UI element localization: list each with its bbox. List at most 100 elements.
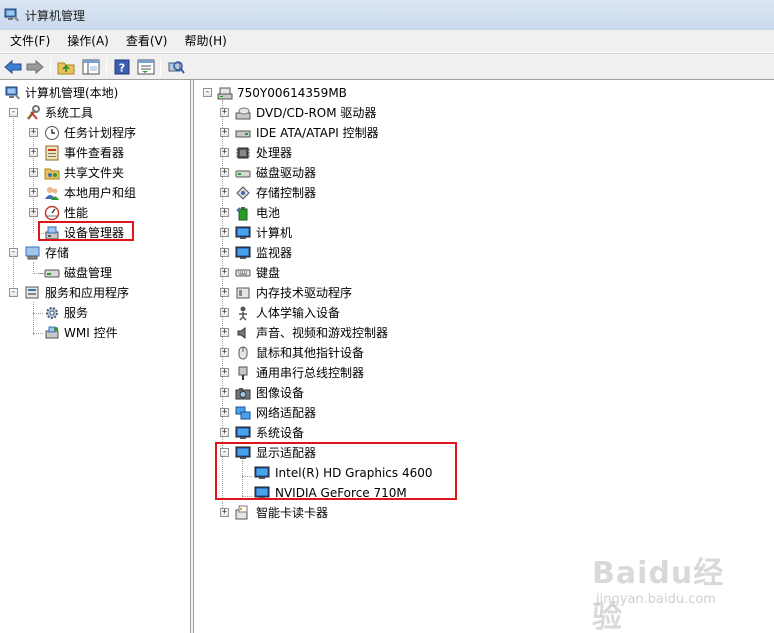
- menu-action[interactable]: 操作(A): [60, 30, 116, 52]
- tree-root-computer-management[interactable]: 计算机管理(本地): [0, 83, 190, 103]
- highlight-box-device-manager: [38, 221, 134, 241]
- expand-toggle[interactable]: +: [220, 248, 229, 257]
- tree-item-performance[interactable]: + 性能: [0, 203, 190, 223]
- device-category-storage-controllers[interactable]: + 存储控制器: [195, 183, 765, 203]
- expand-toggle[interactable]: +: [220, 188, 229, 197]
- expand-toggle[interactable]: +: [220, 408, 229, 417]
- expand-toggle[interactable]: +: [220, 288, 229, 297]
- up-level-button[interactable]: [56, 57, 76, 77]
- computer-management-icon: [5, 86, 20, 100]
- device-tree-pane[interactable]: - 750Y00614359MB + DVD/CD-ROM 驱动器 + IDE …: [195, 80, 774, 633]
- device-category-hid[interactable]: + 人体学输入设备: [195, 303, 765, 323]
- device-category-system-devices[interactable]: + 系统设备: [195, 423, 765, 443]
- device-category-network[interactable]: + 网络适配器: [195, 403, 765, 423]
- device-root-computer[interactable]: - 750Y00614359MB: [195, 83, 765, 103]
- back-button[interactable]: [3, 57, 23, 77]
- expand-toggle[interactable]: +: [220, 508, 229, 517]
- device-label: 人体学输入设备: [256, 306, 341, 320]
- help-button[interactable]: ?: [112, 57, 132, 77]
- expand-toggle[interactable]: +: [29, 128, 38, 137]
- disk-drive-icon: [235, 170, 251, 178]
- menu-help[interactable]: 帮助(H): [177, 30, 233, 52]
- computer-management-icon: [4, 8, 19, 22]
- device-category-battery[interactable]: + 电池: [195, 203, 765, 223]
- device-category-memory-tech[interactable]: + 内存技术驱动程序: [195, 283, 765, 303]
- expand-toggle[interactable]: +: [220, 108, 229, 117]
- device-label: DVD/CD-ROM 驱动器: [256, 106, 377, 120]
- hid-icon: [239, 306, 247, 321]
- expand-toggle[interactable]: +: [220, 268, 229, 277]
- properties-icon: [137, 59, 155, 75]
- expand-toggle[interactable]: +: [220, 228, 229, 237]
- tree-item-event-viewer[interactable]: + 事件查看器: [0, 143, 190, 163]
- menu-file[interactable]: 文件(F): [3, 30, 57, 52]
- expand-toggle[interactable]: +: [220, 208, 229, 217]
- device-category-dvd[interactable]: + DVD/CD-ROM 驱动器: [195, 103, 765, 123]
- device-category-imaging[interactable]: + 图像设备: [195, 383, 765, 403]
- expand-toggle[interactable]: +: [220, 388, 229, 397]
- back-arrow-icon: [4, 59, 22, 75]
- up-folder-icon: [57, 62, 75, 75]
- expand-toggle[interactable]: +: [220, 368, 229, 377]
- expand-toggle[interactable]: +: [220, 168, 229, 177]
- show-hide-tree-button[interactable]: [81, 57, 101, 77]
- tree-item-services[interactable]: 服务: [0, 303, 190, 323]
- device-label: 计算机: [256, 226, 293, 240]
- device-category-disk-drives[interactable]: + 磁盘驱动器: [195, 163, 765, 183]
- tree-item-system-tools[interactable]: - 系统工具: [0, 103, 190, 123]
- highlight-box-display-adapters: [215, 442, 457, 500]
- device-category-keyboards[interactable]: + 键盘: [195, 263, 765, 283]
- forward-arrow-icon: [26, 59, 44, 75]
- expand-toggle[interactable]: +: [29, 148, 38, 157]
- tree-item-storage[interactable]: - 存储: [0, 243, 190, 263]
- expand-toggle[interactable]: +: [220, 128, 229, 137]
- device-category-processor[interactable]: + 处理器: [195, 143, 765, 163]
- tree-item-task-scheduler[interactable]: + 任务计划程序: [0, 123, 190, 143]
- pane-splitter[interactable]: [191, 80, 194, 633]
- tree-item-disk-management[interactable]: 磁盘管理: [0, 263, 190, 283]
- tree-label: 存储: [45, 246, 70, 260]
- expand-toggle[interactable]: +: [220, 328, 229, 337]
- device-label: 磁盘驱动器: [256, 166, 317, 180]
- tree-item-wmi[interactable]: WMI 控件: [0, 323, 190, 343]
- device-category-smart-card[interactable]: + 智能卡读卡器: [195, 503, 765, 523]
- tree-item-services-apps[interactable]: - 服务和应用程序: [0, 283, 190, 303]
- monitor-icon: [235, 226, 251, 239]
- menu-view[interactable]: 查看(V): [119, 30, 175, 52]
- properties-button[interactable]: [136, 57, 156, 77]
- expand-toggle[interactable]: +: [29, 188, 38, 197]
- device-category-monitors[interactable]: + 监视器: [195, 243, 765, 263]
- toolbar-separator: [160, 58, 161, 76]
- device-category-mice[interactable]: + 鼠标和其他指针设备: [195, 343, 765, 363]
- menu-bar: 文件(F) 操作(A) 查看(V) 帮助(H): [0, 30, 774, 52]
- expand-toggle[interactable]: +: [29, 168, 38, 177]
- device-label: 系统设备: [256, 426, 305, 440]
- forward-button[interactable]: [25, 57, 45, 77]
- toolbar-separator: [50, 58, 51, 76]
- expand-toggle[interactable]: +: [220, 428, 229, 437]
- expand-toggle[interactable]: +: [220, 148, 229, 157]
- dvd-drive-icon: [235, 107, 251, 120]
- tree-item-local-users[interactable]: + 本地用户和组: [0, 183, 190, 203]
- collapse-toggle[interactable]: -: [9, 108, 18, 117]
- console-tree-pane[interactable]: 计算机管理(本地) - 系统工具 + 任务计划程序 + 事件查看器 + 共享文件…: [0, 80, 191, 633]
- expand-toggle[interactable]: +: [29, 208, 38, 217]
- expand-toggle[interactable]: +: [220, 308, 229, 317]
- processor-icon: [236, 147, 250, 159]
- collapse-toggle[interactable]: -: [9, 288, 18, 297]
- device-category-sound[interactable]: + 声音、视频和游戏控制器: [195, 323, 765, 343]
- device-label: 处理器: [256, 146, 293, 160]
- device-category-ide[interactable]: + IDE ATA/ATAPI 控制器: [195, 123, 765, 143]
- ide-controller-icon: [235, 130, 251, 138]
- show-hide-tree-icon: [82, 59, 100, 75]
- device-label: 声音、视频和游戏控制器: [256, 326, 389, 340]
- device-category-computer[interactable]: + 计算机: [195, 223, 765, 243]
- collapse-toggle[interactable]: -: [9, 248, 18, 257]
- device-category-usb[interactable]: + 通用串行总线控制器: [195, 363, 765, 383]
- scan-hardware-button[interactable]: [166, 57, 186, 77]
- device-label: 智能卡读卡器: [256, 506, 329, 520]
- collapse-toggle[interactable]: -: [203, 88, 212, 97]
- expand-toggle[interactable]: +: [220, 348, 229, 357]
- computer-icon: [217, 87, 233, 100]
- tree-item-shared-folders[interactable]: + 共享文件夹: [0, 163, 190, 183]
